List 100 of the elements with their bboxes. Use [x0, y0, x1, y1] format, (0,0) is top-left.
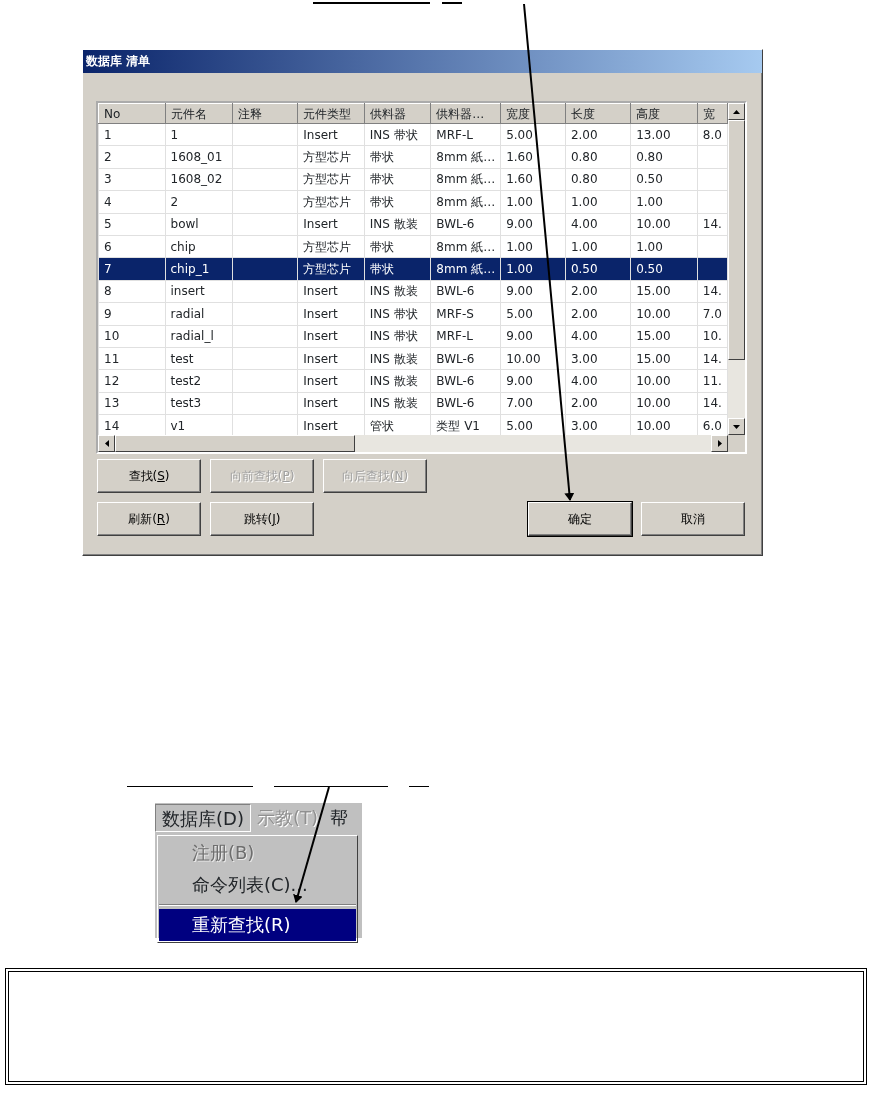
window-title: 数据库 清单: [86, 54, 151, 69]
table-cell: INS 带状: [369, 329, 418, 344]
table-cell: 13.00: [636, 127, 671, 142]
table-cell: INS 散装: [369, 374, 418, 388]
table-cell: 4.00: [570, 374, 598, 388]
table-cell: 1608_02: [170, 172, 223, 187]
ok-button[interactable]: 确定: [528, 502, 632, 536]
scroll-thumb[interactable]: [115, 435, 355, 452]
table-cell: 2.00: [570, 284, 598, 299]
scroll-up-icon[interactable]: [728, 103, 745, 120]
table-cell: INS 带状: [369, 306, 418, 321]
table-cell: 类型 V1: [436, 418, 480, 433]
table-cell: 带状: [369, 172, 394, 187]
column-header[interactable]: 元件名: [165, 103, 233, 124]
table-cell: 0.50: [636, 262, 663, 277]
table-cell: 11.: [702, 374, 722, 388]
table-cell: 13: [104, 396, 120, 411]
table-cell: 1: [104, 127, 112, 142]
table-cell: 1608_01: [170, 150, 223, 165]
table-cell: 4: [104, 194, 112, 209]
table-cell: 7.00: [506, 396, 533, 411]
table-cell: 8mm 紙…: [436, 172, 496, 187]
table-cell: 4.00: [570, 217, 598, 232]
dialog-button[interactable]: 刷新(R): [97, 502, 201, 536]
column-header[interactable]: 高度: [630, 103, 698, 124]
table-cell: 1: [170, 127, 179, 142]
table-cell: 15.00: [636, 284, 671, 299]
table-cell: INS 散装: [369, 351, 418, 366]
table-cell: test: [170, 351, 194, 366]
dialog-button[interactable]: 查找(S): [97, 459, 201, 493]
column-header[interactable]: 长度: [565, 103, 631, 124]
column-header[interactable]: 注释: [232, 103, 298, 124]
table-cell: 10.00: [506, 351, 541, 366]
menu-bar-item[interactable]: 帮: [323, 804, 354, 832]
table-cell: 10.00: [636, 306, 671, 321]
table-cell: 2: [104, 150, 112, 165]
table-cell: Insert: [303, 329, 338, 344]
table-cell: 方型芯片: [303, 194, 352, 209]
table-cell: 14: [104, 418, 120, 433]
table-cell: 3.00: [570, 418, 598, 433]
table-cell: 15.00: [636, 329, 671, 344]
column-header[interactable]: 宽度: [500, 103, 566, 124]
column-header[interactable]: 供料器…: [430, 103, 501, 124]
table-cell: 1.00: [636, 194, 663, 209]
table-cell: 1.00: [570, 194, 598, 209]
table-cell: 5.00: [506, 418, 533, 433]
table-cell: 8: [104, 284, 112, 299]
scroll-left-icon[interactable]: [98, 435, 115, 452]
table-cell: 14.: [702, 396, 722, 411]
table-cell: Insert: [303, 127, 338, 142]
table-cell: 2.00: [570, 306, 598, 321]
table-cell: Insert: [303, 374, 338, 388]
vertical-scrollbar[interactable]: [728, 103, 745, 435]
table-cell: INS 散装: [369, 217, 418, 232]
table-cell: 11: [104, 351, 120, 366]
horizontal-scrollbar[interactable]: [98, 435, 728, 452]
table-cell: 带状: [369, 262, 394, 277]
table-cell: 6.0: [702, 418, 722, 433]
menu-bar-item[interactable]: 数据库(D): [155, 804, 251, 832]
table-cell: Insert: [303, 306, 338, 321]
table-cell: 10.00: [636, 396, 671, 411]
table-cell: test3: [170, 396, 202, 411]
scroll-right-icon[interactable]: [711, 435, 728, 452]
cancel-button[interactable]: 取消: [641, 502, 745, 536]
table-cell: 10.00: [636, 418, 671, 433]
table-cell: 带状: [369, 239, 394, 254]
table-cell: 1.00: [506, 262, 533, 277]
table-cell: 1.00: [506, 239, 533, 254]
selected-row[interactable]: 7 chip_1 方型芯片 带状 8mm 紙… 1.00 0.50 0.50: [98, 257, 728, 281]
scrollbar-corner: [728, 435, 745, 452]
table-cell: BWL-6: [436, 217, 475, 232]
table-cell: 5: [104, 217, 112, 232]
table-cell: Insert: [303, 418, 338, 433]
column-header[interactable]: No: [98, 103, 165, 124]
table-cell: 0.80: [570, 150, 598, 165]
dialog-button[interactable]: 跳转(J): [210, 502, 314, 536]
table-cell: v1: [170, 418, 186, 433]
menu-item[interactable]: 重新查找(R): [159, 909, 356, 941]
table-cell: MRF-L: [436, 127, 473, 142]
column-header[interactable]: 元件类型: [297, 103, 365, 124]
table-cell: INS 带状: [369, 127, 418, 142]
table-cell: 14.: [702, 284, 722, 299]
column-header[interactable]: 供料器: [364, 103, 431, 124]
table-cell: 带状: [369, 194, 394, 209]
table-cell: INS 散装: [369, 396, 418, 411]
table-cell: 15.00: [636, 351, 671, 366]
table-cell: Insert: [303, 351, 338, 366]
table-cell: 6: [104, 239, 112, 254]
table-cell: BWL-6: [436, 284, 475, 299]
scroll-thumb[interactable]: [728, 120, 745, 360]
table-cell: radial: [170, 306, 205, 321]
table-cell: 14.: [702, 217, 722, 232]
table-cell: 1.00: [570, 239, 598, 254]
table-cell: 9: [104, 306, 112, 321]
table-cell: radial_l: [170, 329, 214, 344]
table-cell: INS 散装: [369, 284, 418, 299]
table-cell: 10.00: [636, 217, 671, 232]
scroll-down-icon[interactable]: [728, 418, 745, 435]
column-header[interactable]: 宽: [697, 103, 728, 124]
table-cell: 0.50: [636, 172, 663, 187]
